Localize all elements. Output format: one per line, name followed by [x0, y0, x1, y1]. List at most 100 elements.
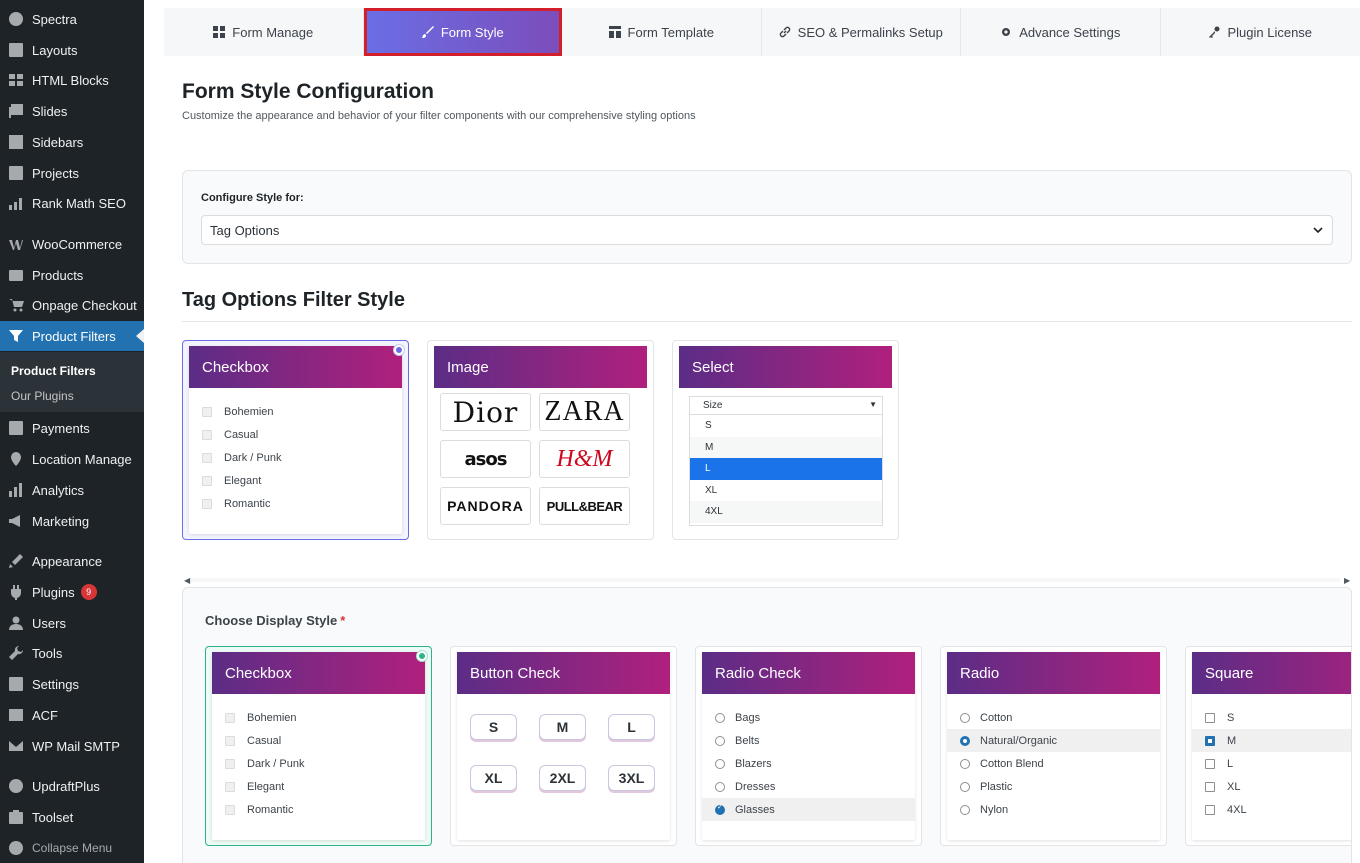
selected-indicator — [394, 345, 404, 355]
settings-tabs: Form Manage Form Style Form Template SEO… — [164, 8, 1360, 56]
collapse-menu-label: Collapse Menu — [32, 841, 113, 855]
tab-form-style[interactable]: Form Style — [363, 8, 563, 56]
option-label: Bohemien — [247, 711, 297, 724]
display-style-card-radio[interactable]: Radio Cotton Natural/Organic Cotton Blen… — [940, 646, 1167, 846]
sidebar-item-spectra[interactable]: Spectra — [0, 4, 144, 34]
checkbox-icon — [202, 498, 212, 509]
sidebar-item-settings[interactable]: Settings — [0, 669, 144, 699]
sidebar-item-product-filters[interactable]: Product Filters — [0, 321, 144, 351]
sidebar-item-projects[interactable]: Projects — [0, 158, 144, 188]
configure-style-select[interactable]: Tag Options — [201, 215, 1333, 245]
sidebar-item-label: HTML Blocks — [32, 72, 109, 88]
checkbox-icon — [225, 712, 235, 723]
tab-advance-settings[interactable]: Advance Settings — [961, 8, 1161, 56]
sidebar-item-acf[interactable]: ACF — [0, 700, 144, 730]
payments-icon — [6, 418, 26, 438]
sidebar-item-label: Analytics — [32, 482, 85, 498]
display-style-card-radio-check[interactable]: Radio Check Bags Belts Blazers Dresses G… — [695, 646, 922, 846]
list-item: Blazers — [702, 752, 915, 775]
display-style-card-square[interactable]: Square S M L XL 4XL — [1185, 646, 1351, 846]
radio-icon — [715, 781, 725, 792]
scroll-left-icon[interactable]: ◀ — [184, 576, 190, 585]
sidebar-item-html-blocks[interactable]: HTML Blocks — [0, 65, 144, 95]
sidebar-item-location-manage[interactable]: Location Manage — [0, 444, 144, 474]
checkbox-icon — [202, 452, 212, 463]
submenu-item-product-filters[interactable]: Product Filters — [0, 358, 144, 383]
sidebar-item-label: Appearance — [32, 553, 103, 569]
sidebar-item-label: Sidebars — [32, 134, 84, 150]
brand-logo-dior: Dior — [440, 393, 531, 431]
submenu-item-our-plugins[interactable]: Our Plugins — [0, 383, 144, 408]
sidebar-item-plugins[interactable]: Plugins 9 — [0, 577, 144, 607]
sidebar-item-sidebars[interactable]: Sidebars — [0, 127, 144, 157]
products-icon — [6, 265, 26, 285]
list-item: XL — [1192, 775, 1351, 798]
collapse-icon — [6, 838, 26, 858]
list-item: S — [1192, 706, 1351, 729]
tab-form-manage[interactable]: Form Manage — [164, 8, 364, 56]
scroll-right-icon[interactable]: ▶ — [1344, 576, 1350, 585]
sidebar-item-rank-math-seo[interactable]: Rank Math SEO — [0, 188, 144, 218]
list-item: Cotton Blend — [947, 752, 1160, 775]
option-label: Romantic — [224, 497, 271, 510]
brand-logo-hm: H&M — [539, 440, 630, 478]
sidebar-item-woocommerce[interactable]: WooCommerce — [0, 229, 144, 259]
list-item: L — [1192, 752, 1351, 775]
select-option: M — [690, 436, 882, 458]
sidebar-item-label: Marketing — [32, 513, 90, 529]
option-label: Cotton Blend — [980, 757, 1044, 770]
brand-logo-zara: ZARA — [539, 393, 630, 431]
marketing-icon — [6, 511, 26, 531]
sidebar-item-appearance[interactable]: Appearance — [0, 546, 144, 576]
sidebar-item-marketing[interactable]: Marketing — [0, 506, 144, 536]
acf-icon — [6, 705, 26, 725]
radio-icon — [960, 781, 970, 792]
card-preview: Square S M L XL 4XL — [1192, 652, 1351, 840]
square-checked-icon — [1205, 735, 1215, 746]
display-style-panel: Choose Display Style * Checkbox Bohemien … — [182, 587, 1352, 863]
checkbox-icon — [225, 804, 235, 815]
collapse-menu-button[interactable]: Collapse Menu — [0, 833, 144, 863]
select-option: S — [705, 420, 712, 432]
tab-form-template[interactable]: Form Template — [562, 8, 762, 56]
sidebar-item-onpage-checkout[interactable]: Onpage Checkout — [0, 290, 144, 320]
display-style-card-button-check[interactable]: Button Check S M L XL 2XL 3XL — [450, 646, 677, 846]
option-label: Belts — [735, 734, 760, 747]
list-item: Dark / Punk — [212, 752, 425, 775]
sidebar-item-products[interactable]: Products — [0, 260, 144, 290]
sidebar-item-tools[interactable]: Tools — [0, 638, 144, 668]
button-check-grid: S M L XL 2XL 3XL — [470, 714, 655, 791]
option-label: Dresses — [735, 780, 776, 793]
sidebar-item-slides[interactable]: Slides — [0, 96, 144, 126]
plugins-update-badge: 9 — [80, 584, 97, 600]
sidebar-item-label: Toolset — [32, 809, 74, 825]
horizontal-scrollbar[interactable] — [190, 578, 1340, 582]
tab-seo-permalinks[interactable]: SEO & Permalinks Setup — [762, 8, 962, 56]
sidebar-item-analytics[interactable]: Analytics — [0, 475, 144, 505]
select-placeholder: Size ▼ — [690, 397, 882, 415]
template-icon — [608, 26, 621, 38]
sidebar-item-wp-mail-smtp[interactable]: WP Mail SMTP — [0, 731, 144, 761]
sidebar-item-users[interactable]: Users — [0, 608, 144, 638]
woocommerce-icon — [6, 234, 26, 254]
card-preview: Checkbox Bohemien Casual Dark / Punk Ele… — [189, 346, 402, 534]
filter-style-card-select[interactable]: Select Size ▼ S M L XL 4XL — [672, 340, 899, 540]
display-style-card-checkbox[interactable]: Checkbox Bohemien Casual Dark / Punk Ele… — [205, 646, 432, 846]
updraft-icon — [6, 776, 26, 796]
brand-logo-pullbear: PULL&BEAR — [539, 487, 630, 525]
sidebar-item-toolset[interactable]: Toolset — [0, 802, 144, 832]
brand-logo-grid: Dior ZARA asos H&M PANDORA PULL&BEAR — [440, 393, 632, 525]
sidebar-item-payments[interactable]: Payments — [0, 413, 144, 443]
settings-icon — [6, 674, 26, 694]
grid-icon — [213, 26, 226, 38]
card-title: Image — [434, 346, 647, 388]
list-item: Bohemien — [189, 400, 402, 423]
slides-icon — [6, 101, 26, 121]
tab-plugin-license[interactable]: Plugin License — [1161, 8, 1360, 56]
card-title: Checkbox — [189, 346, 402, 388]
sidebar-item-layouts[interactable]: Layouts — [0, 35, 144, 65]
sidebar-item-updraftplus[interactable]: UpdraftPlus — [0, 771, 144, 801]
chevron-down-icon — [1313, 227, 1323, 234]
filter-style-card-image[interactable]: Image Dior ZARA asos H&M PANDORA PULL&BE… — [427, 340, 654, 540]
filter-style-card-checkbox[interactable]: Checkbox Bohemien Casual Dark / Punk Ele… — [182, 340, 409, 540]
